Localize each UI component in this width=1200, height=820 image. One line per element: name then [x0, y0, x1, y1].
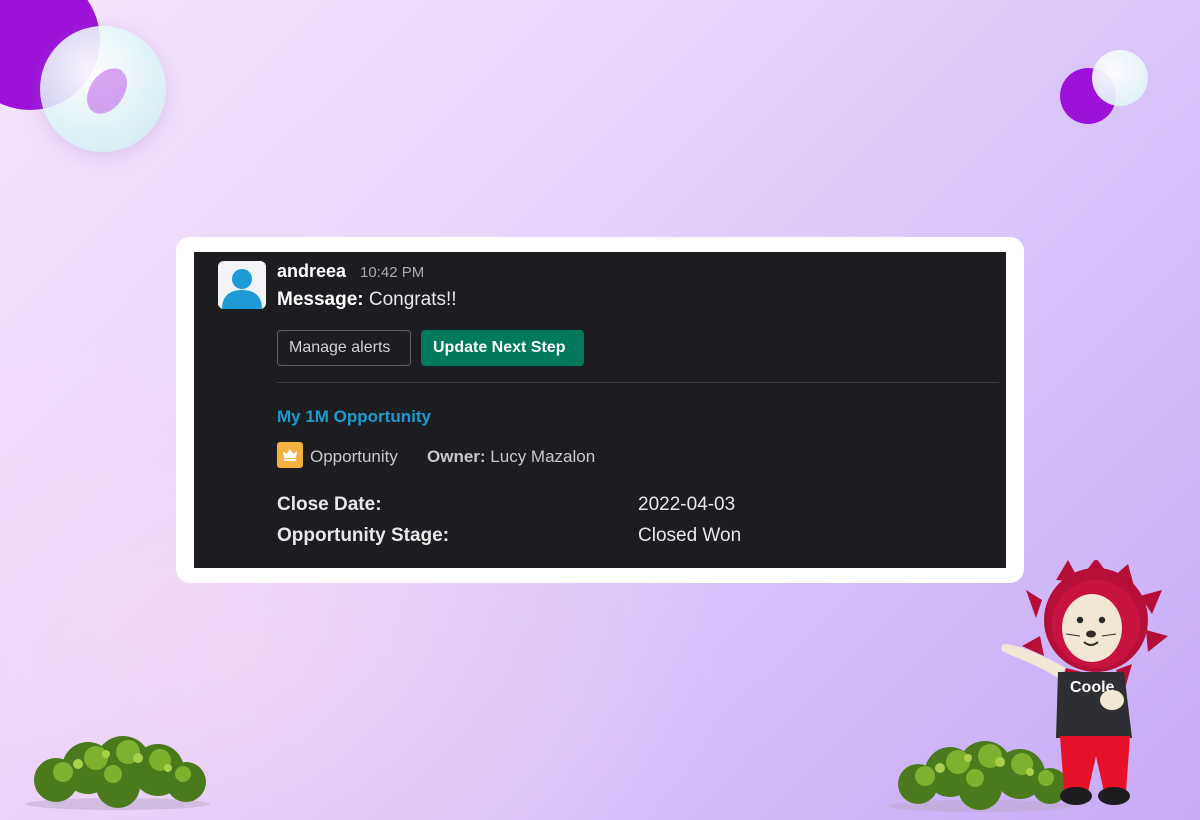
opportunity-link[interactable]: My 1M Opportunity	[277, 407, 431, 427]
decorative-bubble-glass	[40, 26, 166, 152]
shrub-left	[26, 736, 210, 810]
message-timestamp[interactable]: 10:42 PM	[360, 264, 424, 281]
opportunity-stage-value: Closed Won	[638, 525, 742, 546]
divider	[277, 382, 999, 383]
crown-icon	[283, 449, 297, 461]
opportunity-stage-label: Opportunity Stage:	[277, 525, 450, 546]
user-icon	[218, 261, 266, 309]
message-author[interactable]: andreea	[277, 261, 346, 282]
message-text: Congrats!!	[363, 289, 457, 310]
record-type: Opportunity	[310, 447, 398, 466]
update-next-step-button[interactable]: Update Next Step	[421, 330, 584, 366]
slack-message-card: andreea 10:42 PM Message: Congrats!! Man…	[194, 252, 1006, 568]
record-owner: Owner: Lucy Mazalon	[427, 447, 595, 467]
crown-badge	[277, 442, 303, 468]
owner-label: Owner:	[427, 447, 486, 466]
message-body: Message: Congrats!!	[277, 289, 457, 311]
decorative-bubble-glass-small	[1092, 50, 1148, 106]
owner-name: Lucy Mazalon	[485, 447, 596, 466]
message-label: Message:	[277, 289, 364, 310]
manage-alerts-button[interactable]: Manage alerts	[277, 330, 411, 366]
close-date-label: Close Date:	[277, 494, 382, 515]
avatar[interactable]	[218, 261, 266, 309]
close-date-value: 2022-04-03	[638, 494, 736, 515]
lion-mascot: Coole	[1001, 560, 1168, 805]
